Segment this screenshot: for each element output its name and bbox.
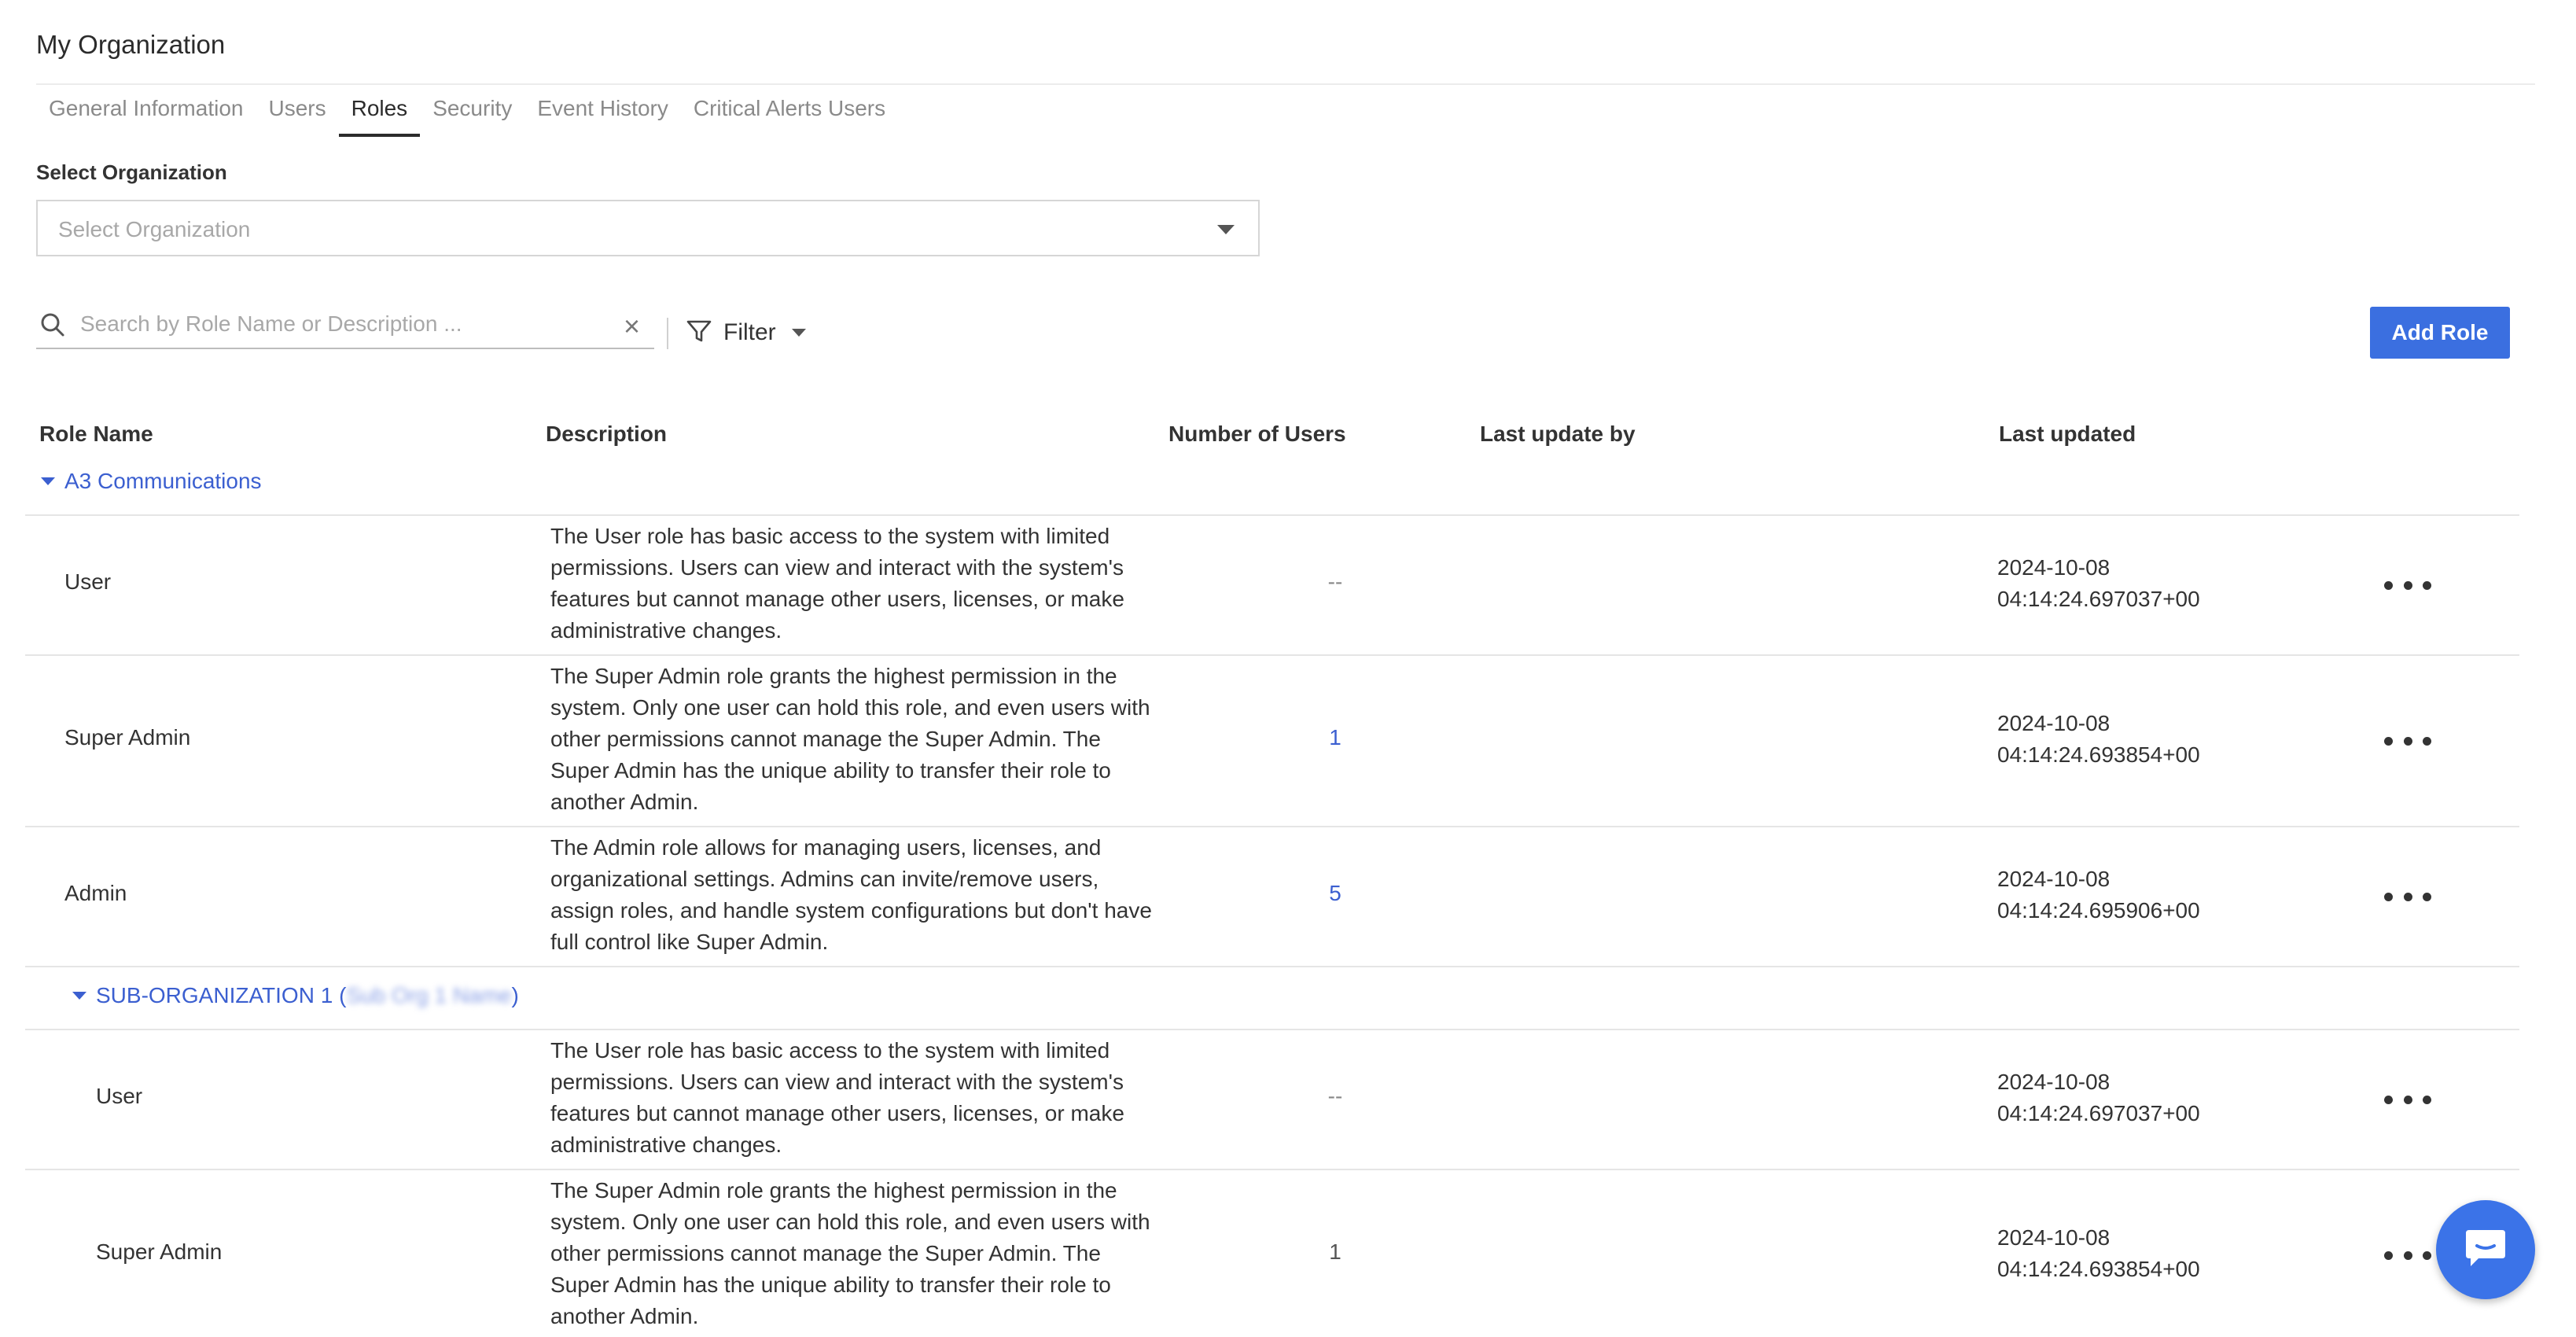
last-updated: 2024-10-08 04:14:24.697037+00 (1997, 552, 2200, 615)
last-updated: 2024-10-08 04:14:24.697037+00 (1997, 1066, 2200, 1129)
number-of-users[interactable]: 5 (1312, 881, 1359, 906)
last-updated-time: 04:14:24.693854+00 (1997, 742, 2200, 767)
more-actions-icon[interactable] (2384, 1092, 2431, 1107)
last-updated: 2024-10-08 04:14:24.693854+00 (1997, 708, 2200, 771)
role-name[interactable]: Admin (64, 881, 127, 906)
role-description: The Super Admin role grants the highest … (550, 1178, 1150, 1328)
chevron-down-icon (1217, 225, 1235, 234)
tab-general-information[interactable]: General Information (36, 93, 256, 137)
last-updated-date: 2024-10-08 (1997, 555, 2110, 580)
last-updated-time: 04:14:24.697037+00 (1997, 1101, 2200, 1125)
blurred-org-name: Sub Org 1 Name (346, 983, 512, 1007)
select-organization-label: Select Organization (36, 160, 227, 184)
add-role-button[interactable]: Add Role (2370, 307, 2510, 359)
last-updated-date: 2024-10-08 (1997, 711, 2110, 735)
last-updated-date: 2024-10-08 (1997, 1225, 2110, 1250)
last-updated-date: 2024-10-08 (1997, 1070, 2110, 1094)
close-icon[interactable]: × (624, 310, 640, 343)
page: My Organization General Information User… (0, 0, 2576, 1337)
role-description: The User role has basic access to the sy… (550, 1038, 1124, 1157)
caret-down-icon (41, 477, 55, 485)
last-updated-time: 04:14:24.695906+00 (1997, 898, 2200, 923)
group-name: A3 Communications (64, 469, 262, 493)
tab-security[interactable]: Security (420, 93, 524, 137)
group-header-sub-organization-1[interactable]: SUB-ORGANIZATION 1 (Sub Org 1 Name) (72, 983, 519, 1008)
role-description: The Super Admin role grants the highest … (550, 664, 1150, 814)
table-row: User The User role has basic access to t… (25, 516, 2519, 654)
funnel-icon (686, 318, 712, 348)
column-header-last-updated[interactable]: Last updated (1999, 422, 2136, 447)
caret-down-icon (72, 992, 86, 1000)
role-description: The User role has basic access to the sy… (550, 524, 1124, 643)
last-updated: 2024-10-08 04:14:24.693854+00 (1997, 1222, 2200, 1285)
column-header-description[interactable]: Description (546, 422, 667, 447)
search-input[interactable]: Search by Role Name or Description ... × (36, 308, 654, 349)
last-updated: 2024-10-08 04:14:24.695906+00 (1997, 864, 2200, 926)
organization-select-placeholder: Select Organization (58, 217, 251, 241)
last-updated-time: 04:14:24.693854+00 (1997, 1257, 2200, 1281)
role-description: The Admin role allows for managing users… (550, 835, 1152, 954)
column-header-last-update-by[interactable]: Last update by (1480, 422, 1636, 447)
last-updated-time: 04:14:24.697037+00 (1997, 587, 2200, 611)
number-of-users[interactable]: 1 (1312, 1239, 1359, 1265)
more-actions-icon[interactable] (2384, 577, 2431, 593)
tab-roles[interactable]: Roles (338, 93, 421, 137)
organization-select[interactable]: Select Organization (36, 200, 1260, 256)
filter-button[interactable]: Filter (686, 313, 806, 352)
tab-critical-alerts-users[interactable]: Critical Alerts Users (681, 93, 898, 137)
number-of-users: -- (1327, 1084, 1343, 1108)
chat-bubble-icon (2461, 1224, 2510, 1276)
title-divider (36, 83, 2535, 85)
last-updated-date: 2024-10-08 (1997, 867, 2110, 891)
role-name[interactable]: Super Admin (96, 1239, 222, 1265)
number-of-users: -- (1327, 569, 1343, 594)
column-header-role-name[interactable]: Role Name (39, 422, 153, 447)
role-name[interactable]: Super Admin (64, 725, 190, 750)
table-row: Admin The Admin role allows for managing… (25, 827, 2519, 966)
table-row: Super Admin The Super Admin role grants … (25, 1170, 2519, 1337)
group-name: SUB-ORGANIZATION 1 (Sub Org 1 Name) (96, 983, 519, 1007)
table-row: User The User role has basic access to t… (25, 1030, 2519, 1169)
search-placeholder: Search by Role Name or Description ... (80, 311, 462, 336)
search-icon (39, 311, 66, 342)
row-divider (25, 966, 2519, 967)
more-actions-icon[interactable] (2384, 889, 2431, 904)
tab-users[interactable]: Users (256, 93, 338, 137)
toolbar-divider (667, 318, 668, 349)
column-header-number-of-users[interactable]: Number of Users (1168, 422, 1346, 447)
role-name[interactable]: User (96, 1084, 142, 1109)
number-of-users[interactable]: 1 (1312, 725, 1359, 750)
filter-label: Filter (723, 319, 776, 345)
chevron-down-icon (791, 329, 806, 337)
tab-bar: General Information Users Roles Security… (36, 93, 898, 137)
tab-event-history[interactable]: Event History (524, 93, 681, 137)
table-row: Super Admin The Super Admin role grants … (25, 656, 2519, 826)
group-header-a3-communications[interactable]: A3 Communications (41, 469, 262, 494)
more-actions-icon[interactable] (2384, 1247, 2431, 1263)
chat-widget-button[interactable] (2436, 1200, 2535, 1299)
role-name[interactable]: User (64, 569, 111, 595)
page-title: My Organization (36, 30, 226, 59)
more-actions-icon[interactable] (2384, 733, 2431, 749)
